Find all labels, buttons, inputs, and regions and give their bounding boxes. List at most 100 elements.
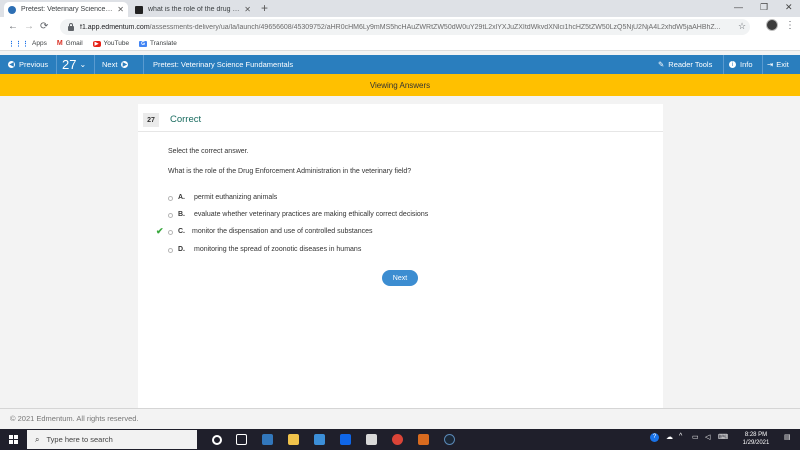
bookmark-star-icon[interactable]: ☆ (738, 21, 746, 32)
minimize-icon[interactable]: — (734, 2, 743, 12)
maximize-icon[interactable]: ❐ (760, 2, 768, 13)
tab-title: what is the role of the drug enfo... (148, 6, 242, 13)
mail-icon[interactable] (314, 434, 325, 445)
cortana-icon[interactable] (212, 435, 222, 445)
answer-option-c[interactable]: ✔ C. monitor the dispensation and use of… (156, 226, 568, 239)
browser-menu-icon[interactable]: ⋮ (785, 20, 795, 31)
assessment-title: Pretest: Veterinary Science Fundamentals (153, 60, 294, 69)
info-button[interactable]: i Info (729, 55, 753, 74)
bookmark-label: Gmail (65, 40, 83, 47)
file-explorer-icon[interactable] (288, 434, 299, 445)
option-text: monitoring the spread of zoonotic diseas… (194, 246, 362, 253)
chrome-icon[interactable] (392, 434, 403, 445)
wrench-icon: ✎ (658, 60, 665, 69)
bookmark-label: Apps (32, 40, 47, 47)
volume-icon[interactable]: ◁ (705, 433, 710, 441)
reload-icon[interactable]: ⟳ (40, 21, 48, 32)
edge-icon[interactable] (262, 434, 273, 445)
divider (143, 55, 144, 74)
next-toolbar-button[interactable]: Next ▶ (102, 55, 132, 74)
windows-start-icon[interactable] (9, 435, 18, 444)
url-input[interactable]: f1.app.edmentum.com/assessments-delivery… (60, 19, 750, 35)
question-number-badge: 27 (143, 113, 159, 127)
banner-text: Viewing Answers (369, 80, 431, 90)
exit-button[interactable]: ⇥ Exit (767, 55, 789, 74)
forward-arrow-icon[interactable]: → (24, 21, 34, 32)
radio-button[interactable] (168, 213, 173, 218)
cloud-icon[interactable]: ☁ (666, 433, 673, 441)
checkmark-icon: ✔ (156, 226, 164, 236)
app-icon[interactable] (366, 434, 377, 445)
browser-tab-strip: Pretest: Veterinary Science Fund... ✕ wh… (0, 0, 800, 17)
reader-tools-button[interactable]: ✎ Reader Tools (658, 55, 712, 74)
option-text: monitor the dispensation and use of cont… (192, 228, 373, 235)
browser-tab-pretest[interactable]: Pretest: Veterinary Science Fund... ✕ (4, 2, 128, 17)
tab-title: Pretest: Veterinary Science Fund... (21, 6, 114, 13)
taskbar-search-input[interactable]: ⌕ Type here to search (27, 430, 197, 449)
content-area: 27 Correct Select the correct answer. Wh… (0, 96, 800, 408)
tab-close-icon[interactable]: ✕ (244, 5, 251, 14)
answer-option-a[interactable]: A. permit euthanizing animals (168, 193, 568, 205)
exit-icon: ⇥ (767, 60, 774, 69)
bookmark-youtube[interactable]: ▶ YouTube (92, 40, 129, 47)
assessment-toolbar: ◀ Previous 27 ⌄ Next ▶ Pretest: Veterina… (0, 55, 800, 74)
radio-button[interactable] (168, 230, 173, 235)
youtube-icon: ▶ (92, 40, 101, 47)
network-icon[interactable]: ▭ (692, 433, 699, 441)
window-close-icon[interactable]: ✕ (785, 2, 793, 13)
address-bar-row: ← → ⟳ f1.app.edmentum.com/assessments-de… (0, 17, 800, 37)
next-button[interactable]: Next (382, 270, 418, 286)
option-text: permit euthanizing animals (194, 194, 278, 201)
answer-status: Correct (170, 114, 202, 125)
taskbar-clock[interactable]: 8:28 PM 1/29/2021 (732, 431, 780, 447)
gmail-icon: M (56, 40, 63, 47)
bookmark-translate[interactable]: G Translate (139, 40, 177, 47)
clock-time: 8:28 PM (744, 432, 768, 438)
next-arrow-icon: ▶ (121, 61, 129, 68)
previous-label: Previous (19, 60, 49, 69)
tab-close-icon[interactable]: ✕ (117, 5, 124, 14)
previous-arrow-icon: ◀ (8, 61, 15, 68)
answer-option-d[interactable]: D. monitoring the spread of zoonotic dis… (168, 245, 568, 257)
info-label: Info (740, 60, 753, 69)
windows-taskbar: ⌕ Type here to search ? ☁ ^ ▭ ◁ ⌨ 8:28 P… (0, 429, 800, 450)
clock-date: 1/29/2021 (742, 440, 770, 446)
divider (94, 55, 95, 74)
question-number: 27 (62, 57, 77, 72)
notifications-icon[interactable]: ▤ (784, 433, 791, 441)
task-view-icon[interactable] (236, 434, 247, 445)
option-letter: A. (178, 194, 185, 201)
previous-button[interactable]: ◀ Previous (4, 55, 48, 74)
bookmark-apps[interactable]: ⋮⋮⋮ Apps (8, 40, 47, 48)
dropbox-icon[interactable] (340, 434, 351, 445)
url-text: f1.app.edmentum.com/assessments-delivery… (80, 23, 721, 31)
help-icon[interactable]: ? (650, 433, 659, 442)
chevron-up-icon[interactable]: ^ (679, 433, 682, 440)
option-text: evaluate whether veterinary practices ar… (194, 211, 429, 218)
info-icon: i (729, 61, 736, 68)
bookmarks-bar: ⋮⋮⋮ Apps M Gmail ▶ YouTube G Translate (0, 37, 800, 51)
answer-option-b[interactable]: B. evaluate whether veterinary practices… (168, 210, 568, 222)
steam-icon[interactable] (444, 434, 455, 445)
radio-button[interactable] (168, 196, 173, 201)
browser-tab-search[interactable]: what is the role of the drug enfo... ✕ (131, 2, 255, 17)
option-letter: C. (178, 228, 185, 235)
divider (762, 55, 763, 74)
search-placeholder: Type here to search (46, 435, 113, 444)
bookmark-gmail[interactable]: M Gmail (57, 40, 83, 47)
profile-avatar[interactable] (766, 19, 778, 31)
lock-icon (68, 22, 74, 31)
search-icon: ⌕ (35, 434, 40, 444)
question-selector[interactable]: 27 ⌄ (62, 55, 86, 74)
input-method-icon[interactable]: ⌨ (718, 433, 728, 441)
app-icon[interactable] (418, 434, 429, 445)
page-footer: © 2021 Edmentum. All rights reserved. (0, 408, 800, 428)
next-label: Next (102, 60, 118, 69)
translate-icon: G (139, 40, 147, 47)
back-arrow-icon[interactable]: ← (8, 21, 18, 32)
page-favicon-icon (135, 5, 143, 14)
divider (723, 55, 724, 74)
new-tab-button[interactable]: + (261, 1, 268, 15)
exit-label: Exit (776, 60, 789, 69)
radio-button[interactable] (168, 248, 173, 253)
